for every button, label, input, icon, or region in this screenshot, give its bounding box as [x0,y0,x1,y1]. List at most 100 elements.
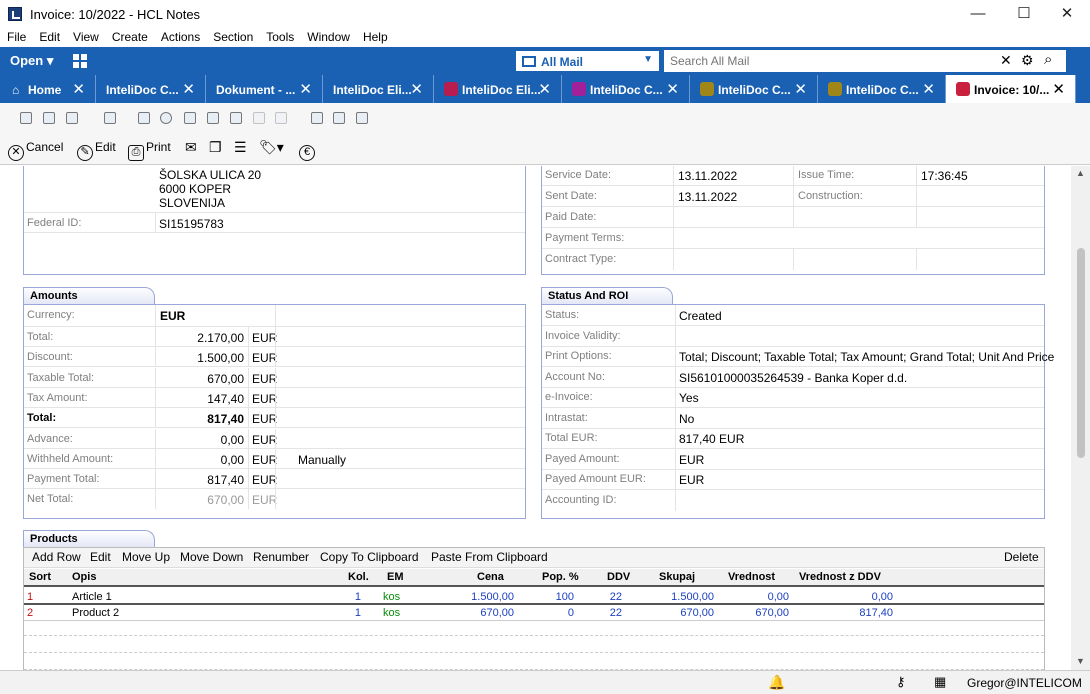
tab-intelidoc-2[interactable]: InteliDoc Eli... ✕ [323,75,434,103]
edit-row-button[interactable]: Edit [90,550,111,564]
copy-to-clipboard-button[interactable]: Copy To Clipboard [320,550,419,564]
glasses-icon[interactable] [333,112,345,124]
col-kol[interactable]: Kol. [348,571,369,583]
tag-icon[interactable]: 🏷▾ [259,139,284,156]
forward-icon[interactable] [66,112,78,124]
close-tab-icon[interactable]: ✕ [538,80,551,98]
copy-icon[interactable] [230,112,242,124]
paste-from-clipboard-button[interactable]: Paste From Clipboard [431,550,548,564]
minus-icon[interactable] [275,112,287,124]
col-cena[interactable]: Cena [477,571,504,583]
scroll-down-icon[interactable]: ▼ [1076,656,1085,666]
close-tab-icon[interactable]: ✕ [794,80,807,98]
col-vrednost[interactable]: Vrednost [728,571,775,583]
menu-window[interactable]: Window [300,28,356,44]
mail-reply-icon[interactable] [207,112,219,124]
search-input[interactable] [670,54,990,68]
location-icon[interactable]: ▦ [934,674,946,690]
tab-intelidoc-5[interactable]: InteliDoc C... ✕ [690,75,818,103]
euro-button[interactable]: € [299,140,317,161]
move-down-button[interactable]: Move Down [180,550,243,564]
amount-currency: EUR [252,473,278,488]
amount-value: 670,00 [207,493,244,508]
scrollbar-thumb[interactable] [1077,248,1085,458]
close-tab-icon[interactable]: ✕ [182,80,195,98]
close-tab-icon[interactable]: ✕ [666,80,679,98]
currency-value: EUR [160,309,186,323]
copy-doc-icon[interactable]: ❐ [209,139,222,156]
tab-invoice[interactable]: Invoice: 10/... ✕ [946,75,1076,103]
renumber-button[interactable]: Renumber [253,550,309,564]
bell-icon[interactable]: 🔔 [768,674,785,691]
clear-search-icon[interactable]: ✕ [1000,52,1012,69]
find-icon[interactable] [311,112,323,124]
cell-vrednost-z-ddv: 817,40 [859,607,893,619]
col-skupaj[interactable]: Skupaj [659,571,695,583]
layout-icon[interactable] [20,112,32,124]
close-tab-icon[interactable]: ✕ [922,80,935,98]
edit-button[interactable]: ✎ Edit [77,140,116,161]
col-vrednost-z-ddv[interactable]: Vrednost z DDV [799,571,881,583]
menu-section[interactable]: Section [206,28,259,44]
tab-intelidoc-6[interactable]: InteliDoc C... ✕ [818,75,946,103]
mail-send-icon[interactable] [184,112,196,124]
properties-icon[interactable] [356,112,368,124]
document-icon[interactable]: ☰ [234,139,247,156]
menu-help[interactable]: Help [356,28,394,44]
status-section: Status: Created Invoice Validity: Print Opt… [541,304,1054,519]
tab-intelidoc-3[interactable]: InteliDoc Eli... ✕ [434,75,562,103]
print-icon[interactable] [138,112,150,124]
status-row: e-Invoice: Yes [542,387,1044,408]
current-user[interactable]: Gregor@INTELICOM ▴ [967,676,1090,694]
col-sort[interactable]: Sort [29,571,51,583]
vertical-scrollbar[interactable]: ▲ ▼ [1071,166,1090,670]
status-value: EUR [679,473,705,487]
key-icon[interactable]: ⚷ [896,674,906,690]
add-row-button[interactable]: Add Row [32,550,81,564]
mail-icon[interactable]: ✉ [185,139,197,156]
close-tab-icon[interactable]: ✕ [72,80,85,98]
col-em[interactable]: EM [387,571,404,583]
amount-currency: EUR [252,432,278,447]
open-button[interactable]: Open ▾ [10,53,53,69]
scroll-up-icon[interactable]: ▲ [1076,168,1085,178]
tab-intelidoc-4[interactable]: InteliDoc C... ✕ [562,75,690,103]
apps-grid-icon[interactable] [73,54,87,68]
tab-home[interactable]: ⌂ Home ✕ [0,75,96,103]
new-icon[interactable] [104,112,116,124]
col-pop[interactable]: Pop. % [542,571,579,583]
status-value: SI56101000035264539 - Banka Koper d.d. [679,370,908,385]
amounts-header: Amounts [23,287,155,304]
edit-icon[interactable] [43,112,55,124]
table-row[interactable]: 1 Article 1 1 kos 1.500,00 100 22 1.500,00 0,00 0… [24,589,1044,605]
col-opis[interactable]: Opis [72,571,96,583]
minimize-button[interactable]: — [955,2,1001,26]
close-window-button[interactable]: ✕ [1044,2,1090,26]
mailbox-selector[interactable]: All Mail ▼ [515,50,660,72]
cancel-button[interactable]: ✕ Cancel [8,140,63,161]
move-up-button[interactable]: Move Up [122,550,170,564]
close-tab-icon[interactable]: ✕ [1052,80,1065,98]
menu-create[interactable]: Create [105,28,154,44]
menu-file[interactable]: File [0,28,32,44]
federal-id-value: SI15195783 [159,217,224,231]
print-button[interactable]: ⎙ Print [128,140,171,161]
maximize-button[interactable]: ☐ [1001,2,1047,26]
amount-value: 2.170,00 [197,331,244,345]
close-tab-icon[interactable]: ✕ [299,80,312,98]
menu-tools[interactable]: Tools [259,28,300,44]
cell-opis: Product 2 [72,607,120,619]
delete-icon[interactable] [160,112,172,124]
search-icon[interactable]: ⌕ [1044,51,1052,68]
menu-actions[interactable]: Actions [154,28,206,44]
menu-view[interactable]: View [66,28,105,44]
move-icon[interactable] [253,112,265,124]
close-tab-icon[interactable]: ✕ [410,80,423,98]
delete-row-button[interactable]: Delete [1004,550,1039,564]
search-options-icon[interactable]: ⚙ [1021,52,1034,69]
col-ddv[interactable]: DDV [607,571,630,583]
table-row[interactable]: 2 Product 2 1 kos 670,00 0 22 670,00 670,00 817,4… [24,605,1044,621]
menu-edit[interactable]: Edit [32,28,66,44]
tab-dokument[interactable]: Dokument - ... ✕ [206,75,323,103]
tab-intelidoc-1[interactable]: InteliDoc C... ✕ [96,75,206,103]
